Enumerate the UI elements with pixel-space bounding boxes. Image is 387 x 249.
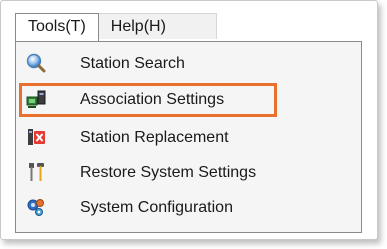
tools-icon [26,162,46,182]
menu-item-association-settings[interactable]: Association Settings [16,83,361,117]
tools-dropdown-menu: Station Search Association Settings Stat… [15,41,362,233]
menu-item-station-search[interactable]: Station Search [16,47,361,81]
menu-item-label: System Configuration [80,199,233,216]
menu-item-system-configuration[interactable]: System Configuration [16,191,361,225]
menu-item-restore-system-settings[interactable]: Restore System Settings [16,156,361,190]
association-icon [26,89,46,109]
menu-help[interactable]: Help(H) [98,13,217,39]
magnifier-icon [26,53,46,73]
menu-item-label: Station Search [80,55,185,72]
menu-bar: Tools(T) Help(H) [15,13,217,42]
station-replace-icon [26,127,46,147]
menu-screenshot-frame: Tools(T) Help(H) Station Search Associat… [0,0,378,240]
menu-item-label: Station Replacement [80,129,229,146]
menu-item-label: Association Settings [80,91,225,108]
system-config-icon [26,197,46,217]
menu-item-station-replacement[interactable]: Station Replacement [16,121,361,155]
menu-tools[interactable]: Tools(T) [15,13,99,42]
menu-item-label: Restore System Settings [80,164,257,181]
